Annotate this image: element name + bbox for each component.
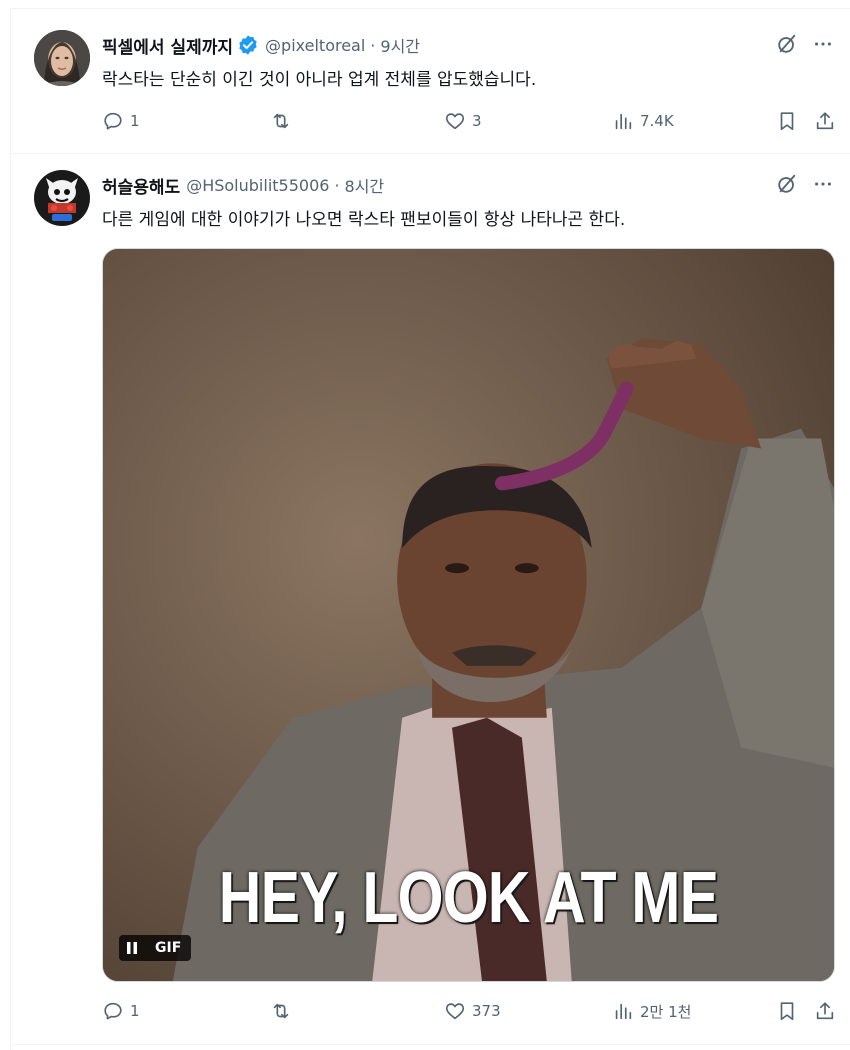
share-icon	[816, 112, 834, 130]
reply-count: 1	[130, 112, 140, 130]
analytics-icon	[615, 113, 632, 130]
tweet-top-actions	[776, 33, 834, 55]
retweet-icon	[273, 113, 289, 129]
share-button[interactable]	[814, 110, 836, 132]
tweet-text: 락스타는 단순히 이긴 것이 아니라 업계 전체를 압도했습니다.	[102, 70, 537, 90]
timestamp[interactable]: 8시간	[345, 173, 385, 197]
reply-button[interactable]: 1	[102, 1000, 140, 1022]
heart-icon	[445, 113, 465, 130]
share-button[interactable]	[814, 1000, 836, 1022]
heart-icon	[445, 1003, 465, 1020]
view-count: 7.4K	[640, 112, 674, 130]
gif-caption: HEY, LOOK AT ME	[218, 858, 719, 938]
reply-button[interactable]: 1	[102, 110, 140, 132]
handle[interactable]: @HSolubilit55006	[186, 176, 329, 195]
reply-icon	[104, 1002, 122, 1020]
gif-badge: GIF	[145, 935, 192, 961]
separator-dot: ·	[334, 175, 340, 195]
gif-media[interactable]: HEY, LOOK AT ME GIF	[102, 248, 835, 982]
pause-icon	[127, 942, 137, 954]
tweet-header: 허슬용해도 @HSolubilit55006 · 8시간	[102, 173, 385, 198]
retweet-button[interactable]	[270, 1000, 298, 1022]
handle[interactable]: @pixeltoreal	[265, 36, 365, 55]
avatar[interactable]	[34, 170, 90, 226]
display-name[interactable]: 허슬용해도	[102, 173, 180, 198]
tweet[interactable]: 허슬용해도 @HSolubilit55006 · 8시간 다른 게임에 대한 이…	[10, 154, 850, 1045]
bookmark-button[interactable]	[776, 110, 798, 132]
verified-badge-icon	[237, 34, 259, 56]
tweet-actions: 1 373 2만 1천	[102, 1000, 834, 1026]
like-button[interactable]: 3	[444, 110, 482, 132]
tweet-text: 다른 게임에 대한 이야기가 나오면 락스타 팬보이들이 항상 나타나곤 한다.	[102, 210, 626, 230]
bookmark-icon	[780, 112, 794, 131]
tweet-header: 픽셀에서 실제까지 @pixeltoreal · 9시간	[102, 33, 420, 58]
grok-icon[interactable]	[776, 33, 798, 55]
analytics-icon	[615, 1003, 632, 1020]
timestamp[interactable]: 9시간	[380, 33, 420, 57]
like-count: 3	[472, 112, 482, 130]
share-icon	[816, 1002, 834, 1020]
reply-count: 1	[130, 1002, 140, 1020]
views-button[interactable]: 7.4K	[612, 110, 674, 132]
gif-controls: GIF	[119, 935, 192, 961]
pause-button[interactable]	[119, 935, 145, 961]
tweet[interactable]: 픽셀에서 실제까지 @pixeltoreal · 9시간 락스타는 단순히 이긴…	[10, 8, 850, 154]
tweet-actions: 1 3 7.4K	[102, 110, 834, 136]
bookmark-icon	[780, 1002, 794, 1021]
like-count: 373	[472, 1002, 501, 1020]
display-name[interactable]: 픽셀에서 실제까지	[102, 33, 233, 58]
more-options-icon[interactable]	[812, 33, 834, 55]
bookmark-button[interactable]	[776, 1000, 798, 1022]
retweet-icon	[273, 1003, 289, 1019]
retweet-button[interactable]	[270, 110, 298, 132]
like-button[interactable]: 373	[444, 1000, 501, 1022]
views-button[interactable]: 2만 1천	[612, 1000, 691, 1022]
tweet-top-actions	[776, 173, 834, 195]
grok-icon[interactable]	[776, 173, 798, 195]
avatar[interactable]	[34, 30, 90, 86]
more-options-icon[interactable]	[812, 173, 834, 195]
view-count: 2만 1천	[640, 1002, 692, 1021]
separator-dot: ·	[370, 35, 376, 55]
reply-icon	[104, 112, 122, 130]
